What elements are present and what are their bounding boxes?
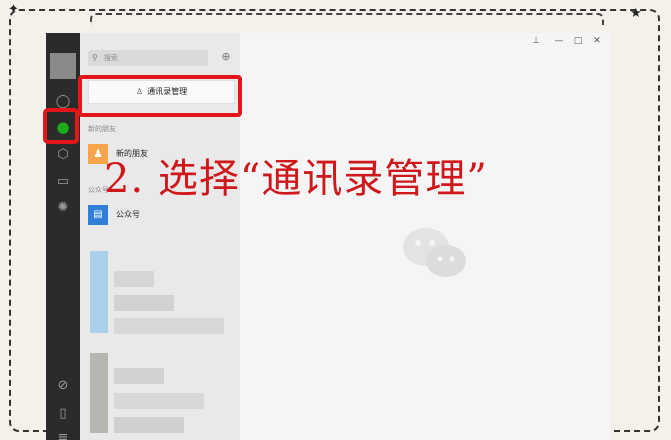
instruction-caption: 2. 选择“通讯录管理” bbox=[104, 156, 488, 202]
section-label-new-friends: 新的朋友 bbox=[88, 125, 116, 133]
minimize-icon[interactable]: — bbox=[553, 36, 565, 46]
files-icon[interactable]: ▭ bbox=[54, 173, 72, 191]
star-decoration-icon: ✦ bbox=[8, 2, 19, 17]
blurred-contact-name bbox=[114, 393, 204, 409]
wechat-logo-icon bbox=[403, 228, 466, 277]
moments-icon[interactable]: ✺ bbox=[54, 199, 72, 217]
blurred-contact-name bbox=[114, 271, 154, 287]
blurred-contact-name bbox=[114, 295, 174, 311]
search-icon: ⚲ bbox=[92, 53, 98, 62]
favorites-icon[interactable]: ⬡ bbox=[54, 146, 72, 164]
official-accounts-item[interactable]: 公众号 bbox=[116, 209, 140, 220]
decorative-inner-dashed-frame bbox=[90, 13, 604, 25]
blurred-contact-name bbox=[114, 368, 164, 384]
maximize-icon[interactable]: □ bbox=[572, 36, 584, 46]
blurred-contact-avatar bbox=[90, 251, 108, 333]
official-account-icon: ▤ bbox=[88, 205, 108, 225]
sidebar: ◯ ● ⬡ ▭ ✺ ⊘ ▯ ≡ bbox=[46, 33, 80, 440]
menu-icon[interactable]: ≡ bbox=[54, 429, 72, 440]
search-input[interactable]: ⚲ 搜索 bbox=[88, 50, 208, 66]
search-placeholder: 搜索 bbox=[104, 54, 118, 62]
close-icon[interactable]: ✕ bbox=[591, 36, 603, 46]
chat-area: ⊥ — □ ✕ bbox=[240, 33, 610, 440]
highlight-manage-contacts bbox=[78, 75, 242, 117]
mini-program-icon[interactable]: ⊘ bbox=[54, 377, 72, 395]
phone-icon[interactable]: ▯ bbox=[54, 405, 72, 423]
blurred-contact-name bbox=[114, 318, 224, 334]
star-decoration-icon: ★ bbox=[630, 6, 642, 21]
avatar[interactable] bbox=[50, 53, 76, 79]
blurred-contact-name bbox=[114, 417, 184, 433]
highlight-contacts-tab bbox=[43, 108, 79, 144]
add-contact-icon[interactable]: ⊕ bbox=[218, 49, 234, 65]
pin-icon[interactable]: ⊥ bbox=[530, 36, 542, 46]
blurred-contact-avatar bbox=[90, 353, 108, 433]
